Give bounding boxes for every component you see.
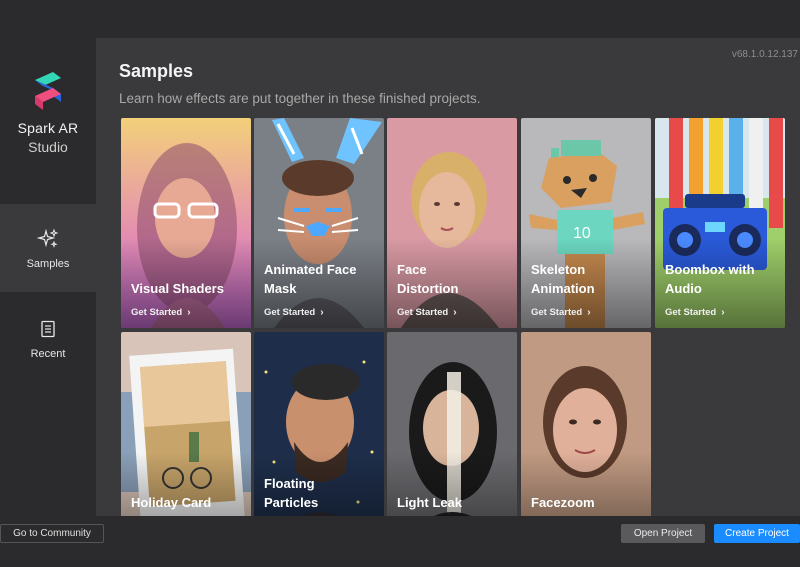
sample-card-skeleton-animation[interactable]: 10 Skeleton Animation Get Started › bbox=[521, 118, 651, 328]
sample-card-visual-shaders[interactable]: Visual Shaders Get Started › bbox=[121, 118, 251, 328]
card-title-line: Audio bbox=[665, 281, 702, 296]
go-to-community-button[interactable]: Go to Community bbox=[0, 524, 104, 543]
get-started-label: Get Started bbox=[531, 307, 583, 318]
card-title: Light Leak bbox=[397, 493, 515, 512]
get-started-label: Get Started bbox=[131, 307, 183, 318]
page-title: Samples bbox=[119, 61, 194, 81]
chevron-right-icon: › bbox=[320, 307, 324, 318]
sample-card-floating-particles[interactable]: Floating Particles bbox=[254, 332, 384, 516]
sidebar: Spark AR Studio Samples Recent bbox=[0, 38, 96, 516]
get-started-label: Get Started bbox=[264, 307, 316, 318]
app-name: Spark AR bbox=[17, 120, 79, 136]
card-title-line: Boombox with bbox=[665, 262, 755, 277]
create-project-button[interactable]: Create Project bbox=[714, 524, 800, 543]
get-started-label: Get Started bbox=[665, 307, 717, 318]
chevron-right-icon: › bbox=[721, 307, 725, 318]
sidebar-item-label: Samples bbox=[26, 258, 70, 270]
page-subtitle: Learn how effects are put together in th… bbox=[119, 91, 481, 106]
card-title-line: Floating bbox=[264, 476, 315, 491]
version-label: v68.1.0.12.137 bbox=[731, 49, 798, 60]
card-title: Skeleton Animation bbox=[531, 260, 649, 298]
get-started-link[interactable]: Get Started › bbox=[531, 307, 591, 318]
sample-card-boombox-with-audio[interactable]: Boombox with Audio Get Started › bbox=[655, 118, 785, 328]
card-title: Floating Particles bbox=[264, 474, 382, 512]
sample-card-light-leak[interactable]: Light Leak bbox=[387, 332, 517, 516]
sample-card-animated-face-mask[interactable]: Animated Face Mask Get Started › bbox=[254, 118, 384, 328]
card-title-line: Light Leak bbox=[397, 495, 463, 510]
card-title: Holiday Card bbox=[131, 493, 249, 512]
sidebar-item-samples[interactable]: Samples bbox=[0, 204, 96, 292]
card-title: Boombox with Audio bbox=[665, 260, 783, 298]
sample-card-face-distortion[interactable]: Face Distortion Get Started › bbox=[387, 118, 517, 328]
card-title-line: Animated Face bbox=[264, 262, 357, 277]
card-title-line: Facezoom bbox=[531, 495, 595, 510]
title-bar bbox=[0, 0, 800, 38]
get-started-link[interactable]: Get Started › bbox=[397, 307, 457, 318]
sample-card-facezoom[interactable]: Facezoom bbox=[521, 332, 651, 516]
chevron-right-icon: › bbox=[453, 307, 457, 318]
card-title-line: Skeleton bbox=[531, 262, 586, 277]
document-icon bbox=[37, 318, 59, 340]
open-project-button[interactable]: Open Project bbox=[621, 524, 705, 543]
get-started-link[interactable]: Get Started › bbox=[665, 307, 725, 318]
card-title-line: Distortion bbox=[397, 281, 459, 296]
app-logo: Spark AR Studio bbox=[0, 38, 96, 204]
sidebar-item-recent[interactable]: Recent bbox=[0, 292, 96, 380]
card-title: Visual Shaders bbox=[131, 279, 249, 298]
sidebar-item-label: Recent bbox=[30, 348, 66, 360]
samples-panel: v68.1.0.12.137 Samples Learn how effects… bbox=[96, 38, 800, 516]
get-started-label: Get Started bbox=[397, 307, 449, 318]
get-started-link[interactable]: Get Started › bbox=[131, 307, 191, 318]
chevron-right-icon: › bbox=[587, 307, 591, 318]
sample-card-holiday-card[interactable]: Holiday Card bbox=[121, 332, 251, 516]
chevron-right-icon: › bbox=[187, 307, 191, 318]
card-title-line: Visual Shaders bbox=[131, 281, 224, 296]
card-title-line: Mask bbox=[264, 281, 297, 296]
app-name-suffix: Studio bbox=[28, 139, 68, 155]
sparkle-icon bbox=[37, 228, 59, 250]
card-title-line: Animation bbox=[531, 281, 595, 296]
spark-logo-icon bbox=[35, 72, 61, 110]
card-title-line: Particles bbox=[264, 495, 319, 510]
get-started-link[interactable]: Get Started › bbox=[264, 307, 324, 318]
card-title: Facezoom bbox=[531, 493, 649, 512]
card-title: Face Distortion bbox=[397, 260, 515, 298]
card-title: Animated Face Mask bbox=[264, 260, 382, 298]
card-title-line: Holiday Card bbox=[131, 495, 212, 510]
card-title-line: Face bbox=[397, 262, 427, 277]
